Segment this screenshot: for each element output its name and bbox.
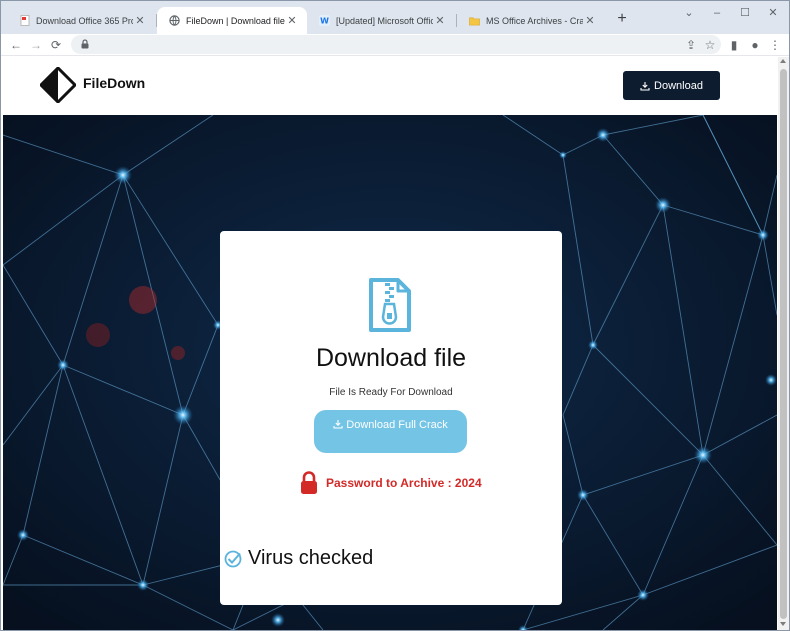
tab-title: FileDown | Download file bbox=[186, 15, 285, 26]
header-download-label: Download bbox=[654, 79, 703, 92]
tab-title: Download Office 365 Pro Plus F bbox=[36, 15, 133, 26]
tab-title: [Updated] Microsoft Office Crac bbox=[336, 15, 433, 26]
tab-close-icon[interactable]: ✕ bbox=[433, 14, 447, 27]
profile-avatar-icon[interactable]: ● bbox=[746, 36, 764, 54]
kebab-menu-icon[interactable]: ⋮ bbox=[766, 36, 784, 54]
red-padlock-icon bbox=[301, 471, 317, 494]
browser-window: Download Office 365 Pro Plus F ✕ FileDow… bbox=[0, 0, 790, 631]
check-circle-icon bbox=[224, 550, 242, 567]
hero-section: Download file File Is Ready For Download… bbox=[3, 115, 777, 630]
tab-close-icon[interactable]: ✕ bbox=[285, 14, 299, 27]
tab-ms-office-archives[interactable]: MS Office Archives - Crack 4 PC ✕ bbox=[457, 7, 605, 34]
download-icon bbox=[640, 81, 650, 91]
chevron-down-icon[interactable]: ⌄ bbox=[681, 5, 697, 21]
virus-checked-row: Virus checked bbox=[224, 547, 373, 570]
address-bar[interactable] bbox=[71, 35, 721, 54]
bookmark-star-icon[interactable]: ☆ bbox=[701, 36, 719, 54]
window-close-icon[interactable]: ✕ bbox=[765, 5, 781, 21]
tab-close-icon[interactable]: ✕ bbox=[583, 14, 597, 27]
blue-w-icon: W bbox=[319, 15, 330, 26]
scrollbar-thumb[interactable] bbox=[780, 69, 787, 619]
brand-name[interactable]: FileDown bbox=[83, 75, 145, 91]
password-notice: Password to Archive : 2024 bbox=[300, 469, 540, 497]
virus-checked-text: Virus checked bbox=[248, 547, 374, 569]
scroll-down-arrow-icon[interactable] bbox=[780, 622, 786, 626]
scroll-up-arrow-icon[interactable] bbox=[780, 59, 786, 63]
card-title: Download file bbox=[315, 344, 467, 372]
download-button-label: Download Full Crack bbox=[346, 419, 448, 431]
password-text: Password to Archive : 2024 bbox=[326, 476, 482, 490]
browser-toolbar: ← → ⟳ ⇪ ☆ ▮ ● ⋮ bbox=[1, 34, 789, 56]
side-panel-icon[interactable]: ▮ bbox=[725, 36, 743, 54]
forward-arrow-icon[interactable]: → bbox=[27, 36, 45, 54]
globe-icon bbox=[169, 15, 180, 26]
minimize-icon[interactable]: – bbox=[709, 5, 725, 21]
red-page-icon bbox=[19, 15, 30, 26]
site-header: FileDown Download bbox=[3, 57, 777, 115]
share-icon[interactable]: ⇪ bbox=[682, 36, 700, 54]
new-tab-button[interactable]: + bbox=[613, 10, 631, 28]
page-scrollbar[interactable] bbox=[778, 57, 789, 630]
download-icon bbox=[333, 420, 343, 429]
maximize-icon[interactable]: ☐ bbox=[737, 5, 753, 21]
filedown-logo-icon[interactable] bbox=[40, 67, 76, 103]
download-full-crack-button[interactable]: Download Full Crack bbox=[314, 410, 467, 453]
tab-updated-office[interactable]: W [Updated] Microsoft Office Crac ✕ bbox=[307, 7, 455, 34]
tab-strip: Download Office 365 Pro Plus F ✕ FileDow… bbox=[1, 1, 789, 34]
tab-filedown[interactable]: FileDown | Download file ✕ bbox=[157, 7, 307, 34]
card-subtitle: File Is Ready For Download bbox=[329, 387, 453, 398]
zip-file-icon bbox=[369, 278, 411, 332]
header-download-button[interactable]: Download bbox=[623, 71, 720, 100]
lock-icon bbox=[81, 39, 89, 49]
tab-title: MS Office Archives - Crack 4 PC bbox=[486, 15, 583, 26]
download-card: Download file File Is Ready For Download… bbox=[220, 231, 562, 605]
page-viewport: FileDown Download Download file File Is … bbox=[3, 57, 777, 630]
folder-icon bbox=[469, 15, 480, 26]
back-arrow-icon[interactable]: ← bbox=[7, 36, 25, 54]
svg-text:W: W bbox=[320, 17, 329, 26]
tab-office365[interactable]: Download Office 365 Pro Plus F ✕ bbox=[7, 7, 155, 34]
tab-close-icon[interactable]: ✕ bbox=[133, 14, 147, 27]
reload-icon[interactable]: ⟳ bbox=[47, 36, 65, 54]
